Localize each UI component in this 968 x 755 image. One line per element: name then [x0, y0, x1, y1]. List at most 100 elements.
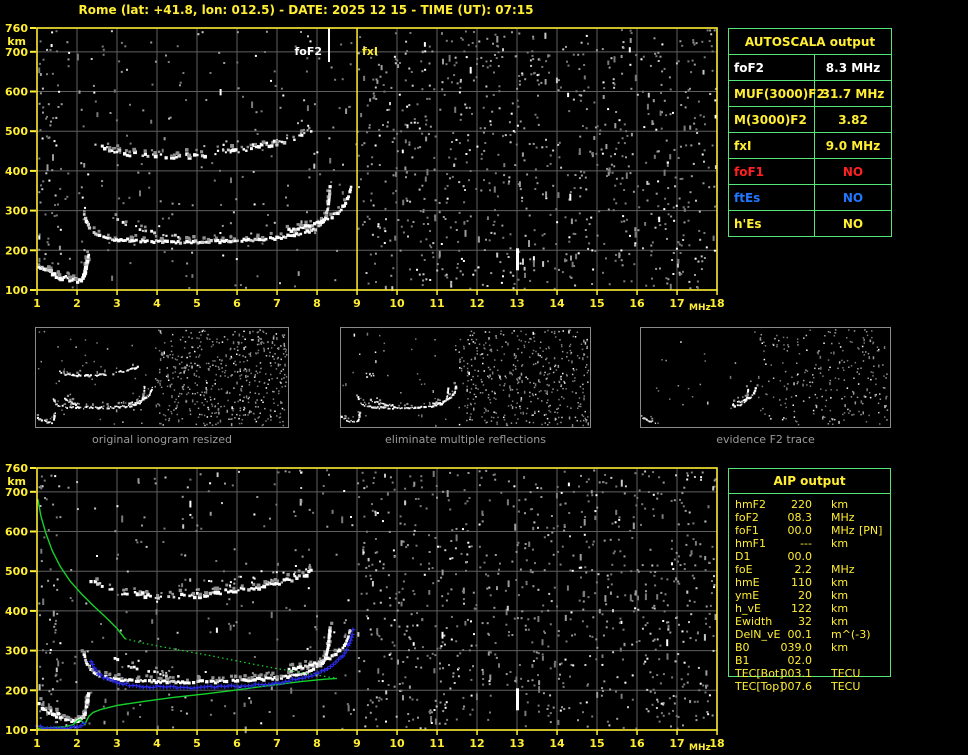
- aip-label: foF2: [735, 511, 759, 524]
- aip-label: foF1: [735, 524, 759, 537]
- svg-text:500: 500: [5, 125, 28, 138]
- autoscala-row-fxI: fxI 9.0 MHz: [729, 133, 891, 159]
- aip-row-foF2: foF2 08.3 MHz: [728, 511, 891, 524]
- autoscala-table-title: AUTOSCALA output: [729, 29, 891, 55]
- aip-value: 039.0: [780, 641, 813, 654]
- aip-value: ---: [800, 537, 812, 550]
- svg-text:16: 16: [629, 297, 645, 310]
- aip-label: B1: [735, 654, 750, 667]
- svg-text:8: 8: [313, 297, 321, 310]
- aip-extra: [PN]: [859, 524, 883, 537]
- autoscala-param-value: NO: [842, 216, 864, 231]
- svg-text:400: 400: [5, 165, 28, 178]
- svg-text:9: 9: [353, 297, 361, 310]
- autoscala-param-label: ftEs: [729, 185, 815, 210]
- svg-text:14: 14: [549, 297, 565, 310]
- aip-row-foE: foE 2.2 MHz: [728, 563, 891, 576]
- aip-unit: MHz: [831, 524, 855, 537]
- speckle-noise: [342, 329, 590, 428]
- aip-row-TEC[Bot]: TEC[Bot] 003.1 TECU: [728, 667, 891, 680]
- aip-row-D1: D1 00.0: [728, 550, 891, 563]
- autoscala-param-value: NO: [842, 164, 864, 179]
- autoscala-param-label: M(3000)F2: [729, 107, 815, 132]
- fof2-marker-label: foF2: [294, 45, 322, 58]
- autoscala-row-foF1: foF1 NO: [729, 159, 891, 185]
- panel-caption-eliminate: eliminate multiple reflections: [385, 433, 546, 446]
- autoscala-row-ftEs: ftEs NO: [729, 185, 891, 211]
- aip-unit: m^(-3): [831, 628, 871, 641]
- aip-row-hmF2: hmF2 220 km: [728, 498, 891, 511]
- svg-text:300: 300: [5, 205, 28, 218]
- svg-text:15: 15: [589, 297, 604, 310]
- grid-lines: [37, 28, 717, 290]
- aip-unit: TECU: [831, 680, 861, 693]
- speckle-noise: [38, 29, 717, 291]
- speckle-noise: [38, 469, 717, 734]
- autoscala-row-foF2: foF2 8.3 MHz: [729, 55, 891, 81]
- aip-unit: km: [831, 537, 849, 550]
- aip-value: 00.1: [787, 628, 813, 641]
- aip-label: ymE: [735, 589, 760, 602]
- aip-value: 00.0: [787, 524, 813, 537]
- svg-text:760: 760: [5, 22, 28, 35]
- aip-value: 20: [798, 589, 812, 602]
- autoscala-param-label: h'Es: [729, 211, 815, 236]
- svg-text:km: km: [7, 35, 26, 48]
- autoscala-output-table: AUTOSCALA output foF2 8.3 MHz MUF(3000)F2 3…: [728, 28, 892, 237]
- echo-traces: [37, 119, 353, 284]
- aip-value: 02.0: [787, 654, 813, 667]
- aip-unit: TECU: [831, 667, 861, 680]
- panel-eliminate-multiples: [340, 327, 591, 428]
- aip-unit: MHz: [831, 511, 855, 524]
- autoscala-param-value: 3.82: [838, 112, 868, 127]
- aip-label: B0: [735, 641, 750, 654]
- panel-original-ionogram: [35, 327, 289, 428]
- svg-text:4: 4: [153, 297, 161, 310]
- echo-traces: [37, 565, 352, 724]
- aip-value: 32: [798, 615, 812, 628]
- svg-text:17: 17: [669, 297, 684, 310]
- svg-text:11: 11: [429, 297, 444, 310]
- svg-text:MHz: MHz: [689, 303, 711, 313]
- panel-evidence-f2-trace: [640, 327, 891, 428]
- panel-caption-evidence: evidence F2 trace: [716, 433, 815, 446]
- svg-text:5: 5: [193, 297, 201, 310]
- speckle-noise: [655, 329, 889, 426]
- aip-row-hmE: hmE 110 km: [728, 576, 891, 589]
- aip-value: 220: [791, 498, 812, 511]
- aip-row-hmF1: hmF1 --- km: [728, 537, 891, 550]
- svg-text:10: 10: [389, 297, 405, 310]
- aip-value: 122: [791, 602, 812, 615]
- aip-value: 110: [791, 576, 812, 589]
- autoscala-param-value: NO: [842, 190, 864, 205]
- svg-text:2: 2: [73, 297, 81, 310]
- autoscala-param-label: foF1: [729, 159, 815, 184]
- axes: 760700600500400300200100km1 2 3 4 5 6 7 8 9 10 11 1…: [5, 462, 724, 753]
- aip-value: 007.6: [780, 680, 813, 693]
- svg-text:200: 200: [5, 244, 28, 257]
- autoscala-row-MUF(3000)F2: MUF(3000)F2 31.7 MHz: [729, 81, 891, 107]
- aip-row-DelN_vE: DelN_vE 00.1 m^(-3): [728, 628, 891, 641]
- aip-label: D1: [735, 550, 751, 563]
- aip-unit: MHz: [831, 563, 855, 576]
- svg-text:6: 6: [233, 297, 241, 310]
- aip-row-foF1: foF1 00.0 MHz [PN]: [728, 524, 891, 537]
- aip-row-ymE: ymE 20 km: [728, 589, 891, 602]
- aip-value: 08.3: [787, 511, 813, 524]
- autoscala-row-h'Es: h'Es NO: [729, 211, 891, 236]
- aip-row-B1: B1 02.0: [728, 654, 891, 667]
- aip-label: Ewidth: [735, 615, 773, 628]
- svg-text:100: 100: [5, 284, 28, 297]
- aip-value: 2.2: [794, 563, 813, 576]
- ionogram-bottom-chart: 760700600500400300200100km1 2 3 4 5 6 7 8 9 10 11 1…: [5, 462, 724, 753]
- svg-text:13: 13: [509, 297, 524, 310]
- autoscala-param-value: 31.7 MHz: [821, 86, 885, 101]
- aip-row-Ewidth: Ewidth 32 km: [728, 615, 891, 628]
- autoscala-param-label: foF2: [729, 55, 815, 80]
- aip-unit: km: [831, 641, 849, 654]
- autoscala-row-M(3000)F2: M(3000)F2 3.82: [729, 107, 891, 133]
- fxi-marker-label: fxI: [362, 45, 378, 58]
- aip-label: h_vE: [735, 602, 761, 615]
- aip-label: hmF1: [735, 537, 767, 550]
- axes: 760700600500400300200100km1 2 3 4 5 6 7 8 9 10 11 1…: [5, 22, 724, 313]
